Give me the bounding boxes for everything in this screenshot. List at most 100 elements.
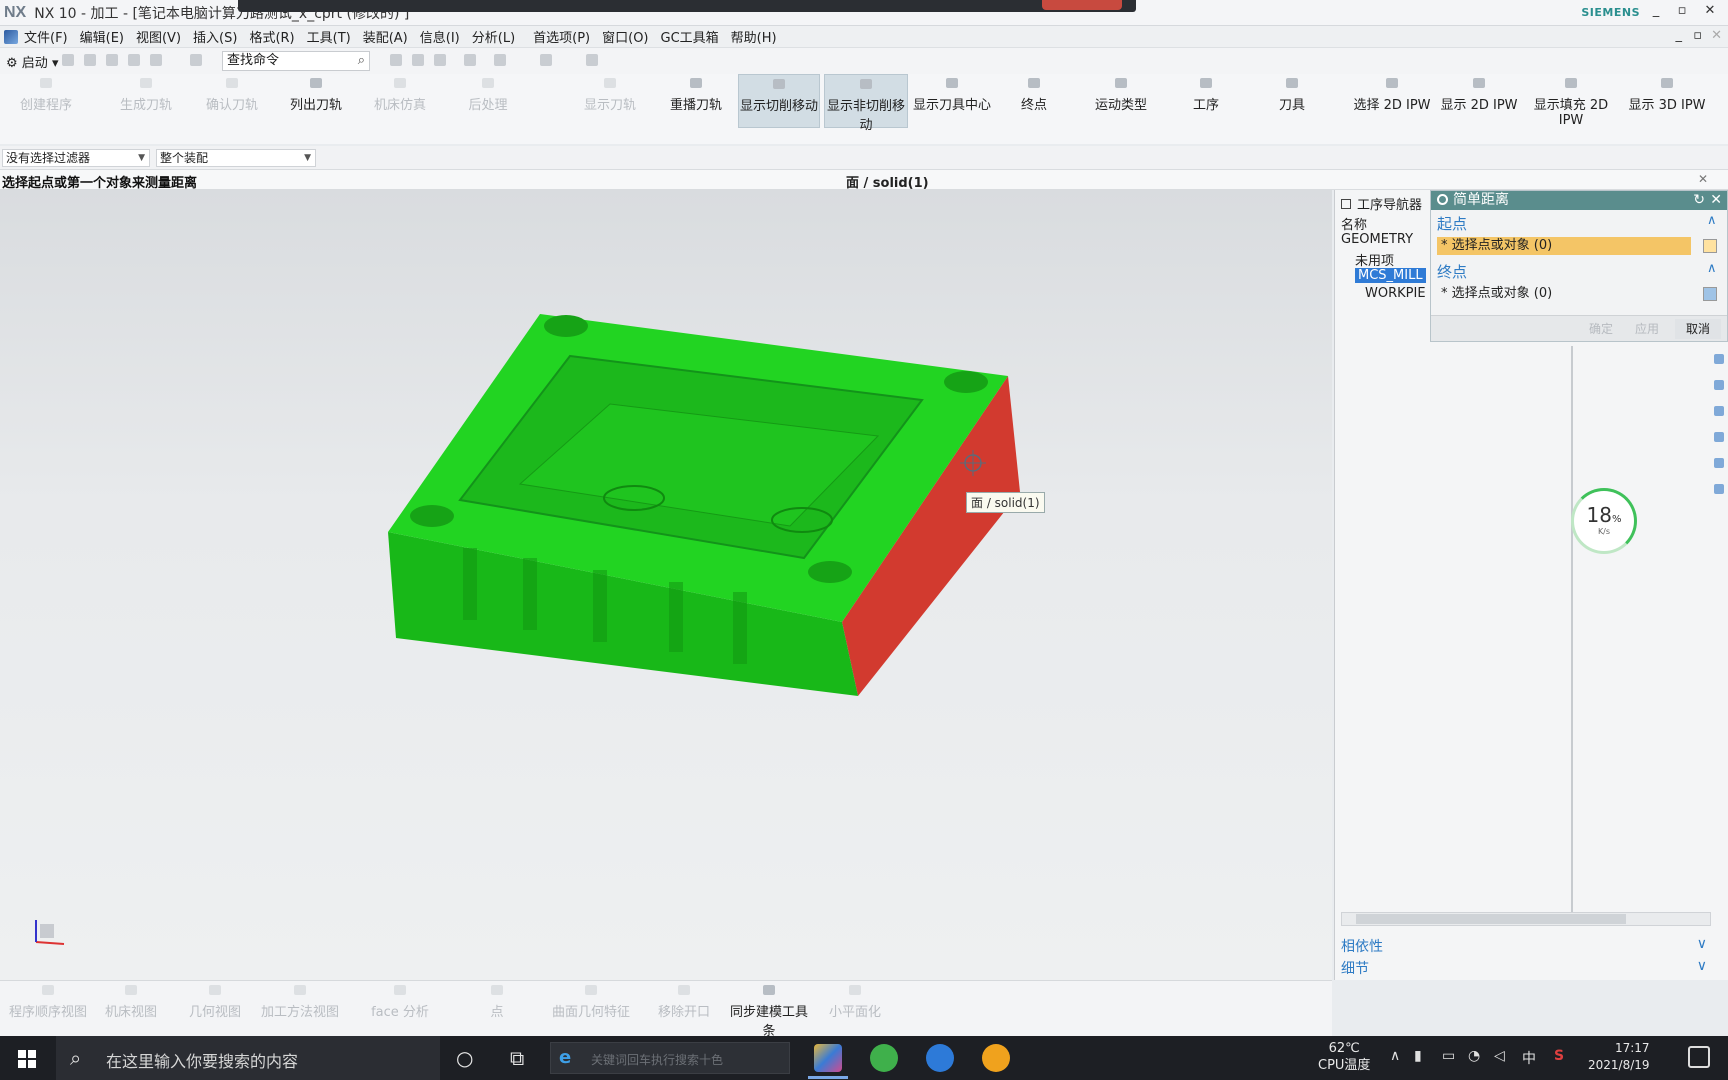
layer-icon[interactable]: [390, 54, 402, 66]
model-view[interactable]: [0, 190, 1332, 980]
ok-button[interactable]: 确定: [1581, 319, 1621, 339]
scrollbar-thumb[interactable]: [1356, 914, 1626, 924]
menu-file[interactable]: 文件(F): [24, 27, 68, 46]
list-toolpath-button[interactable]: 列出刀轨: [278, 74, 354, 128]
reset-icon[interactable]: ↻: [1693, 191, 1705, 210]
restore-button[interactable]: ▫: [1672, 3, 1692, 18]
menu-insert[interactable]: 插入(S): [193, 27, 237, 46]
remove-opening-button[interactable]: 移除开口: [652, 981, 716, 1035]
generate-toolpath-button[interactable]: 生成刀轨: [106, 74, 186, 128]
menu-window[interactable]: 窗口(O): [602, 27, 648, 46]
doc-restore-icon[interactable]: ▫: [1693, 28, 1702, 43]
menu-edit[interactable]: 编辑(E): [80, 27, 124, 46]
end-point-section[interactable]: 终点 ∧: [1437, 261, 1717, 282]
show-toolpath-button[interactable]: 显示刀轨: [572, 74, 648, 128]
doc-minimize-icon[interactable]: _: [1676, 28, 1683, 43]
minimize-button[interactable]: _: [1646, 3, 1666, 18]
resource-icon[interactable]: [1714, 406, 1724, 416]
sync-modeling-toolbar-button[interactable]: 同步建模工具条: [726, 981, 812, 1039]
volume-icon[interactable]: ◁: [1494, 1048, 1505, 1064]
graphics-viewport[interactable]: 面 / solid(1): [0, 190, 1332, 980]
nx-taskbar-icon[interactable]: [814, 1044, 842, 1072]
magnifier-icon[interactable]: ⌕: [358, 52, 365, 70]
show-noncutting-moves-button[interactable]: 显示非切削移动: [824, 74, 908, 133]
cut-icon[interactable]: [128, 54, 140, 66]
windows-start-icon[interactable]: [18, 1050, 36, 1068]
task-view-icon[interactable]: ⧉: [510, 1046, 524, 1070]
type-filter-select[interactable]: 没有选择过滤器 ▼: [2, 149, 150, 167]
end-point-picker-icon[interactable]: [1703, 287, 1717, 301]
dialog-close-icon[interactable]: ✕: [1710, 191, 1722, 210]
resource-icon[interactable]: [1714, 432, 1724, 442]
shade-icon[interactable]: [434, 54, 446, 66]
menu-assembly[interactable]: 装配(A): [363, 27, 408, 46]
fit-icon[interactable]: [464, 54, 476, 66]
replay-toolpath-button[interactable]: 重播刀轨: [658, 74, 734, 128]
nav-item-mcs-mill[interactable]: MCS_MILL: [1355, 268, 1426, 283]
create-program-button[interactable]: 创建程序: [8, 74, 84, 128]
notification-icon[interactable]: [1688, 1046, 1710, 1068]
wcs-icon[interactable]: [540, 54, 552, 66]
cancel-button[interactable]: 取消: [1675, 319, 1721, 339]
postprocess-button[interactable]: 后处理: [450, 74, 526, 128]
operation-button[interactable]: 工序: [1176, 74, 1236, 128]
menu-analysis[interactable]: 分析(L): [472, 27, 515, 46]
endpoint-button[interactable]: 终点: [1004, 74, 1064, 128]
browser-taskbar-icon[interactable]: [870, 1044, 898, 1072]
doc-close-icon[interactable]: ✕: [1711, 28, 1722, 43]
point-button[interactable]: 点: [480, 981, 514, 1035]
sogou-icon[interactable]: S: [1554, 1048, 1564, 1064]
open-icon[interactable]: [84, 54, 96, 66]
music-taskbar-icon[interactable]: [982, 1044, 1010, 1072]
select-2d-ipw-button[interactable]: 选择 2D IPW: [1350, 74, 1434, 128]
resource-icon[interactable]: [1714, 380, 1724, 390]
find-command-input[interactable]: 查找命令 ⌕: [222, 51, 370, 71]
wifi-icon[interactable]: ◔: [1468, 1048, 1480, 1064]
menu-format[interactable]: 格式(R): [249, 27, 294, 46]
chevron-up-icon[interactable]: ∧: [1707, 261, 1717, 276]
chevron-up-icon[interactable]: ∧: [1707, 213, 1717, 228]
menu-info[interactable]: 信息(I): [420, 27, 460, 46]
record-stop-button[interactable]: [1042, 0, 1122, 10]
apply-button[interactable]: 应用: [1627, 319, 1667, 339]
snap-icon[interactable]: [494, 54, 506, 66]
measure-icon[interactable]: [586, 54, 598, 66]
nav-item-unused[interactable]: 未用项: [1355, 250, 1394, 269]
undo-icon[interactable]: [150, 54, 162, 66]
start-point-selector[interactable]: * 选择点或对象 (0): [1437, 237, 1691, 255]
motion-type-button[interactable]: 运动类型: [1086, 74, 1156, 128]
render-icon[interactable]: [412, 54, 424, 66]
menu-view[interactable]: 视图(V): [136, 27, 181, 46]
taskbar-search-box[interactable]: ⌕ 在这里输入你要搜索的内容: [56, 1036, 440, 1080]
microphone-icon[interactable]: ▮: [1414, 1048, 1422, 1064]
machining-method-view-button[interactable]: 加工方法视图: [258, 981, 342, 1035]
menu-preferences[interactable]: 首选项(P): [533, 27, 590, 46]
save-icon[interactable]: [106, 54, 118, 66]
surface-feature-button[interactable]: 曲面几何特征: [546, 981, 636, 1035]
panel-splitter[interactable]: [1571, 346, 1573, 916]
navigator-pin-icon[interactable]: [1341, 199, 1351, 209]
cortana-icon[interactable]: ○: [456, 1046, 473, 1070]
menu-tools[interactable]: 工具(T): [307, 27, 351, 46]
details-expander[interactable]: 细节 ∨: [1341, 958, 1711, 978]
resource-icon[interactable]: [1714, 458, 1724, 468]
resource-icon[interactable]: [1714, 484, 1724, 494]
taskbar-clock[interactable]: 17:17 2021/8/19: [1588, 1040, 1650, 1074]
face-analysis-button[interactable]: face 分析: [370, 981, 430, 1035]
new-icon[interactable]: [62, 54, 74, 66]
start-point-picker-icon[interactable]: [1703, 239, 1717, 253]
program-order-view-button[interactable]: 程序顺序视图: [6, 981, 90, 1035]
geometry-view-button[interactable]: 几何视图: [180, 981, 250, 1035]
tray-expand-icon[interactable]: ∧: [1390, 1048, 1400, 1064]
ime-indicator[interactable]: 中: [1522, 1048, 1536, 1068]
dialog-titlebar[interactable]: 简单距离 ↻ ✕: [1431, 191, 1727, 210]
menu-gc-toolbox[interactable]: GC工具箱: [661, 27, 719, 46]
app-icon[interactable]: [4, 29, 18, 44]
end-point-selector[interactable]: * 选择点或对象 (0): [1437, 285, 1691, 303]
verify-toolpath-button[interactable]: 确认刀轨: [192, 74, 272, 128]
nav-item-geometry[interactable]: GEOMETRY: [1341, 232, 1413, 247]
show-tool-center-button[interactable]: 显示刀具中心: [910, 74, 994, 128]
messenger-taskbar-icon[interactable]: [926, 1044, 954, 1072]
show-cutting-moves-button[interactable]: 显示切削移动: [738, 74, 820, 128]
scope-select[interactable]: 整个装配 ▼: [156, 149, 316, 167]
